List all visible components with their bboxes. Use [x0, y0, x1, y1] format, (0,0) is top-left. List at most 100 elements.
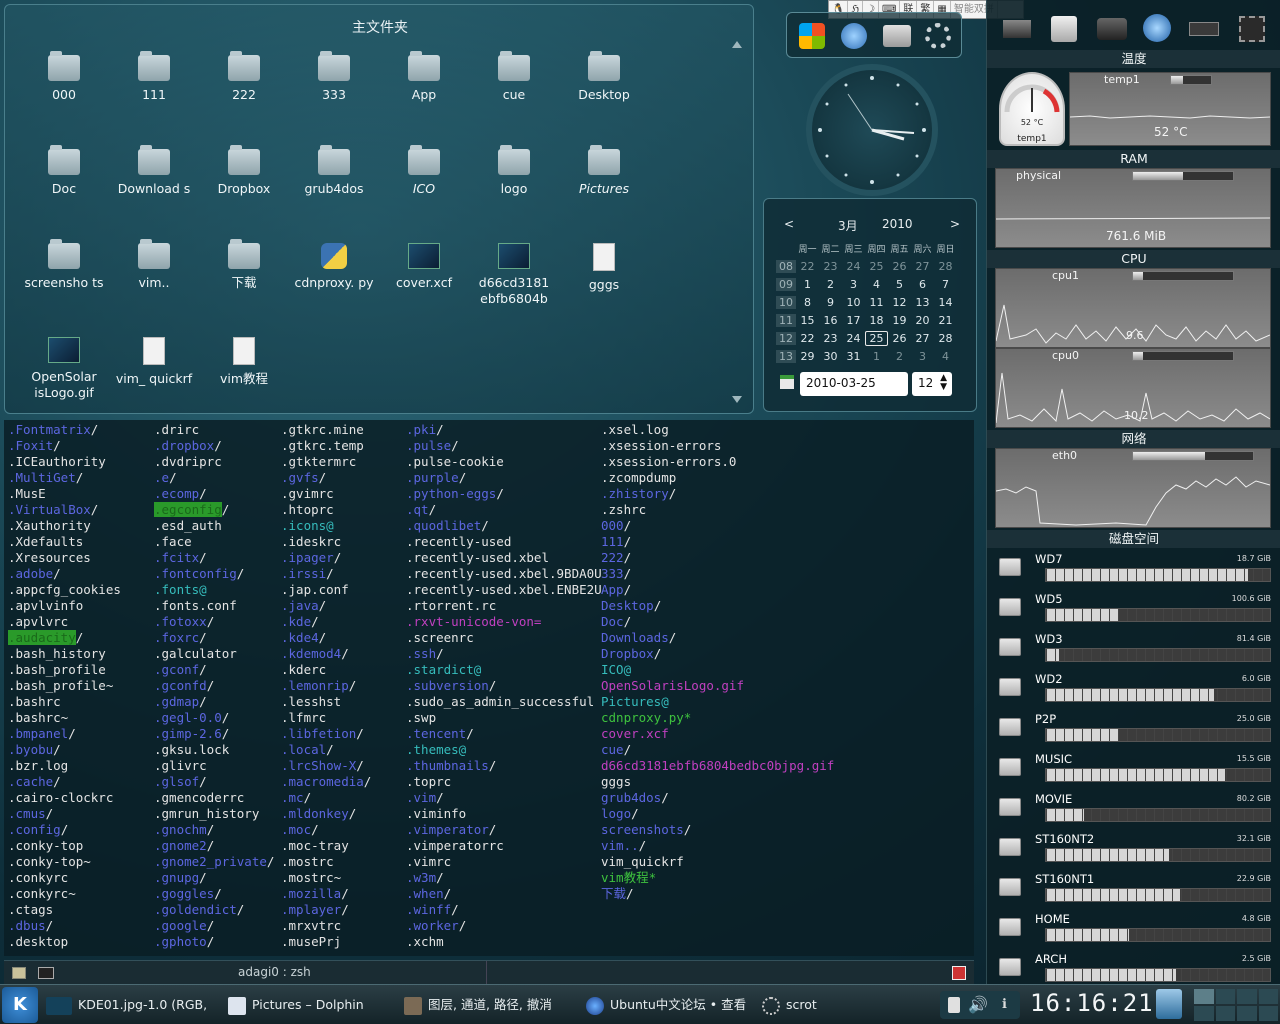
week-number[interactable]: 09 [776, 277, 796, 291]
calendar-day[interactable]: 22 [796, 332, 819, 345]
windows-icon[interactable] [799, 23, 825, 49]
terminal-tab-title[interactable]: adagi0 : zsh [238, 965, 311, 979]
desktop-6[interactable] [1215, 1006, 1235, 1021]
week-number[interactable]: 12 [776, 331, 796, 345]
folder-item[interactable]: cdnproxy. py [293, 243, 375, 291]
calendar-day[interactable]: 10 [842, 296, 865, 309]
calendar-day[interactable]: 24 [842, 260, 865, 273]
calendar-day[interactable]: 2 [819, 278, 842, 291]
calendar-day[interactable]: 1 [865, 350, 888, 363]
task-gimp-image[interactable]: KDE01.jpg-1.0 (RGB, [46, 991, 222, 1019]
task-gimp-dock[interactable]: 图层, 通道, 路径, 撤消 [404, 991, 580, 1019]
calendar-day[interactable]: 26 [888, 332, 911, 345]
desktop-7[interactable] [1237, 1006, 1257, 1021]
info-icon[interactable]: ℹ [1002, 997, 1007, 1012]
calendar-day[interactable]: 27 [911, 260, 934, 273]
calendar-day[interactable]: 28 [934, 260, 957, 273]
calendar-day[interactable]: 15 [796, 314, 819, 327]
calendar-day[interactable]: 21 [934, 314, 957, 327]
folder-item[interactable]: 222 [203, 51, 285, 103]
terminal-tab-icon[interactable] [38, 967, 54, 979]
calendar-day[interactable]: 17 [842, 314, 865, 327]
cpu-chip-icon[interactable] [1239, 16, 1265, 42]
camera-icon[interactable] [883, 25, 911, 47]
calendar-day[interactable]: 3 [842, 278, 865, 291]
calendar-year[interactable]: 2010 [882, 217, 913, 231]
calendar-day[interactable]: 5 [888, 278, 911, 291]
calendar-day[interactable]: 14 [934, 296, 957, 309]
calendar-day[interactable]: 22 [796, 260, 819, 273]
scroll-down-icon[interactable] [732, 396, 742, 403]
pager[interactable] [1194, 989, 1278, 1021]
settings-gear-icon[interactable] [925, 23, 951, 49]
folder-item[interactable]: Download s [113, 145, 195, 197]
harddisk-icon[interactable] [1051, 16, 1077, 42]
calendar-day[interactable]: 4 [865, 278, 888, 291]
calendar-day[interactable]: 25 [865, 260, 888, 273]
week-number[interactable]: 13 [776, 349, 796, 363]
folder-item[interactable]: cue [473, 51, 555, 103]
folder-item[interactable]: Pictures [563, 145, 645, 197]
calendar-day[interactable]: 26 [888, 260, 911, 273]
volume-icon[interactable]: 🔊 [968, 995, 988, 1014]
prev-month-button[interactable]: < [784, 217, 794, 231]
camera-device-icon[interactable] [1097, 18, 1127, 40]
kde-menu-icon[interactable]: K [2, 987, 38, 1023]
next-month-button[interactable]: > [950, 217, 960, 231]
spin-arrows-icon[interactable]: ▲ ▼ [940, 374, 947, 392]
desktop-8[interactable] [1258, 1006, 1278, 1021]
hardware-icon[interactable] [1003, 20, 1031, 38]
folder-item[interactable]: Doc [23, 145, 105, 197]
desktop-1[interactable] [1194, 989, 1214, 1004]
calendar-day[interactable]: 12 [888, 296, 911, 309]
folder-item[interactable]: cover.xcf [383, 243, 465, 291]
calendar-day[interactable]: 13 [911, 296, 934, 309]
folder-item[interactable]: 下载 [203, 239, 285, 291]
calendar-day[interactable]: 23 [819, 332, 842, 345]
calendar-day[interactable]: 29 [796, 350, 819, 363]
calendar-day[interactable]: 24 [842, 332, 865, 345]
week-number[interactable]: 11 [776, 313, 796, 327]
calendar-day[interactable]: 31 [842, 350, 865, 363]
folder-item[interactable]: vim.. [113, 239, 195, 291]
calendar-day[interactable]: 25 [865, 330, 888, 346]
calendar-day[interactable]: 3 [911, 350, 934, 363]
calendar-day[interactable]: 4 [934, 350, 957, 363]
network-globe-icon[interactable] [841, 23, 867, 49]
network-manager-icon[interactable] [1156, 989, 1182, 1019]
scroll-up-icon[interactable] [732, 41, 742, 48]
folder-item[interactable]: 000 [23, 51, 105, 103]
desktop-4[interactable] [1258, 989, 1278, 1004]
task-firefox[interactable]: Ubuntu中文论坛 • 查看 [586, 991, 756, 1019]
calendar-day[interactable]: 2 [888, 350, 911, 363]
folder-item[interactable]: 111 [113, 51, 195, 103]
folder-view-scrollbar[interactable] [732, 41, 742, 403]
calendar-day[interactable]: 18 [865, 314, 888, 327]
folder-item[interactable]: d66cd3181 ebfb6804b [473, 243, 555, 307]
folder-item[interactable]: screensho ts [23, 239, 105, 291]
calendar-day[interactable]: 23 [819, 260, 842, 273]
week-number[interactable]: 10 [776, 295, 796, 309]
digital-clock[interactable]: 16:16:21 [1030, 989, 1154, 1017]
folder-item[interactable]: OpenSolar isLogo.gif [23, 337, 105, 401]
task-dolphin[interactable]: Pictures – Dolphin [228, 991, 398, 1019]
calendar-month[interactable]: 3月 [838, 217, 858, 234]
date-input[interactable]: 2010-03-25 [800, 372, 908, 396]
folder-item[interactable]: App [383, 51, 465, 103]
folder-item[interactable]: Desktop [563, 51, 645, 103]
calendar-day[interactable]: 7 [934, 278, 957, 291]
week-spinbox[interactable]: 12 ▲ ▼ [912, 372, 952, 396]
task-scrot[interactable]: scrot [762, 991, 862, 1019]
calendar-day[interactable]: 27 [911, 332, 934, 345]
calendar-day[interactable]: 20 [911, 314, 934, 327]
calendar-today-icon[interactable] [780, 375, 794, 389]
calendar-day[interactable]: 30 [819, 350, 842, 363]
folder-item[interactable]: grub4dos [293, 145, 375, 197]
calendar-day[interactable]: 6 [911, 278, 934, 291]
folder-item[interactable]: vim_ quickrf [113, 337, 195, 387]
folder-item[interactable]: 333 [293, 51, 375, 103]
close-tab-icon[interactable] [952, 966, 966, 980]
desktop-3[interactable] [1237, 989, 1257, 1004]
folder-item[interactable]: logo [473, 145, 555, 197]
week-number[interactable]: 08 [776, 259, 796, 273]
